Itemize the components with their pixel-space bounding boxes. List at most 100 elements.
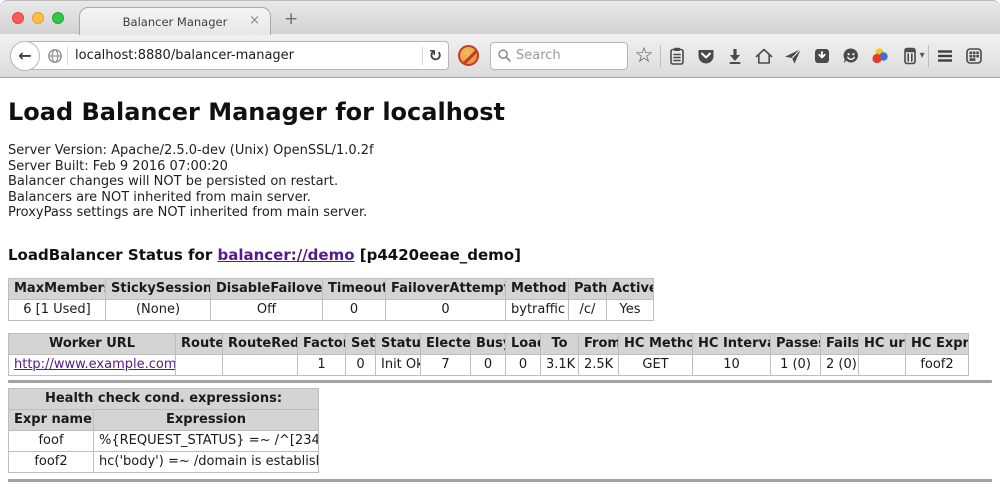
cell-factor: 1 — [298, 354, 346, 375]
cell-timeout: 0 — [323, 299, 386, 320]
health-table-title: Health check cond. expressions: — [9, 388, 319, 409]
back-arrow-icon: ← — [18, 46, 31, 65]
cell-routeredir — [223, 354, 298, 375]
reload-button[interactable]: ↻ — [429, 48, 442, 64]
close-window-button[interactable] — [12, 12, 24, 24]
column-header: DisableFailover — [211, 278, 323, 299]
balancers-notice-line: Balancers are NOT inherited from main se… — [8, 190, 1000, 206]
cell-elected: 7 — [421, 354, 471, 375]
balancer-summary-table: MaxMembers StickySession DisableFailover… — [8, 278, 654, 321]
site-identity-globe-icon[interactable] — [47, 48, 63, 64]
home-icon[interactable] — [751, 43, 777, 69]
column-header: Expr name — [9, 409, 94, 430]
content-blocked-icon[interactable] — [458, 45, 479, 66]
table-row: 6 [1 Used] (None) Off 0 0 bytraffic /c/ … — [9, 299, 654, 320]
colored-dots-extension-icon[interactable] — [867, 43, 893, 69]
cell-fails: 2 (0) — [821, 354, 859, 375]
toolbar-icons: ☆ — [628, 34, 990, 77]
cell-load: 0 — [506, 354, 541, 375]
cell-set: 0 — [346, 354, 376, 375]
search-bar[interactable] — [490, 42, 628, 70]
cell-maxmembers: 6 [1 Used] — [9, 299, 106, 320]
tab-balancer-manager[interactable]: Balancer Manager × — [79, 7, 271, 35]
browser-window: Balancer Manager × + ← localhost:8880/ba… — [0, 0, 1000, 491]
traffic-lights — [12, 12, 64, 24]
download-box-extension-icon[interactable] — [809, 43, 835, 69]
column-header: Set — [346, 333, 376, 354]
table-header-row: Worker URL Route RouteRedir Factor Set S… — [9, 333, 969, 354]
cell-stickysession: (None) — [106, 299, 211, 320]
page-content: Load Balancer Manager for localhost Serv… — [0, 78, 1000, 491]
titlebar: Balancer Manager × + — [0, 0, 1000, 34]
table-row: foof2 hc('body') =~ /domain is establish… — [9, 451, 319, 472]
column-header: Status — [376, 333, 421, 354]
column-header: Route — [176, 333, 223, 354]
server-built-line: Server Built: Feb 9 2016 07:00:20 — [8, 159, 1000, 175]
server-version-line: Server Version: Apache/2.5.0-dev (Unix) … — [8, 143, 1000, 159]
cell-hc-uri — [859, 354, 906, 375]
cell-hc-expr: foof2 — [906, 354, 969, 375]
column-header: Busy — [471, 333, 506, 354]
page-title: Load Balancer Manager for localhost — [8, 98, 1000, 126]
cell-from: 2.5K — [579, 354, 619, 375]
search-input[interactable] — [516, 48, 616, 63]
column-header: MaxMembers — [9, 278, 106, 299]
cell-status: Init Ok — [376, 354, 421, 375]
cell-worker-url: http://www.example.com/ — [9, 354, 176, 375]
table-row: foof %{REQUEST_STATUS} =~ /^[234]/ — [9, 430, 319, 451]
table-title-row: Health check cond. expressions: — [9, 388, 319, 409]
column-header: Passes — [771, 333, 821, 354]
cell-disablefailover: Off — [211, 299, 323, 320]
cell-busy: 0 — [471, 354, 506, 375]
chat-smiley-icon[interactable] — [838, 43, 864, 69]
search-icon[interactable] — [497, 48, 512, 63]
url-input[interactable]: localhost:8880/balancer-manager — [75, 48, 416, 63]
column-header: Method — [506, 278, 569, 299]
worker-url-link[interactable]: http://www.example.com/ — [14, 357, 176, 372]
bookmark-star-icon[interactable]: ☆ — [631, 43, 657, 69]
cell-expr-name: foof2 — [9, 451, 94, 472]
navigation-toolbar: ← localhost:8880/balancer-manager ↻ ☆ — [0, 34, 1000, 78]
server-info: Server Version: Apache/2.5.0-dev (Unix) … — [8, 143, 1000, 221]
column-header: Path — [569, 278, 607, 299]
table-header-row: MaxMembers StickySession DisableFailover… — [9, 278, 654, 299]
column-header: HC Expr — [906, 333, 969, 354]
column-header: HC uri — [859, 333, 906, 354]
grid-extension-icon[interactable] — [961, 43, 987, 69]
cell-method: bytraffic — [506, 299, 569, 320]
send-plane-icon[interactable] — [780, 43, 806, 69]
cell-route — [176, 354, 223, 375]
cell-expression: hc('body') =~ /domain is established/ — [94, 451, 319, 472]
column-header: Fails — [821, 333, 859, 354]
horizontal-rule — [8, 380, 992, 383]
proxypass-notice-line: ProxyPass settings are NOT inherited fro… — [8, 205, 1000, 221]
back-button[interactable]: ← — [10, 41, 40, 71]
cell-expression: %{REQUEST_STATUS} =~ /^[234]/ — [94, 430, 319, 451]
cell-failoverattempts: 0 — [386, 299, 506, 320]
cell-passes: 1 (0) — [771, 354, 821, 375]
column-header: To — [541, 333, 579, 354]
chevron-down-icon[interactable]: ▾ — [920, 50, 925, 61]
download-icon[interactable] — [722, 43, 748, 69]
column-header: Timeout — [323, 278, 386, 299]
pocket-icon[interactable] — [693, 43, 719, 69]
column-header: Elected — [421, 333, 471, 354]
cell-expr-name: foof — [9, 430, 94, 451]
column-header: Factor — [298, 333, 346, 354]
urlbar-divider — [422, 47, 423, 65]
column-header: Expression — [94, 409, 319, 430]
column-header: RouteRedir — [223, 333, 298, 354]
table-row: http://www.example.com/ 1 0 Init Ok 7 0 … — [9, 354, 969, 375]
column-header: FailoverAttempts — [386, 278, 506, 299]
toolbar-divider — [928, 45, 929, 67]
cell-to: 3.1K — [541, 354, 579, 375]
url-bar[interactable]: localhost:8880/balancer-manager ↻ — [24, 41, 449, 70]
minimize-window-button[interactable] — [32, 12, 44, 24]
balancer-demo-link[interactable]: balancer://demo — [217, 246, 354, 264]
hamburger-menu-icon[interactable] — [932, 43, 958, 69]
zoom-window-button[interactable] — [52, 12, 64, 24]
reading-list-clipboard-icon[interactable] — [664, 43, 690, 69]
column-header: Active — [607, 278, 654, 299]
tab-close-icon[interactable]: × — [249, 13, 260, 28]
new-tab-button[interactable]: + — [284, 9, 298, 29]
